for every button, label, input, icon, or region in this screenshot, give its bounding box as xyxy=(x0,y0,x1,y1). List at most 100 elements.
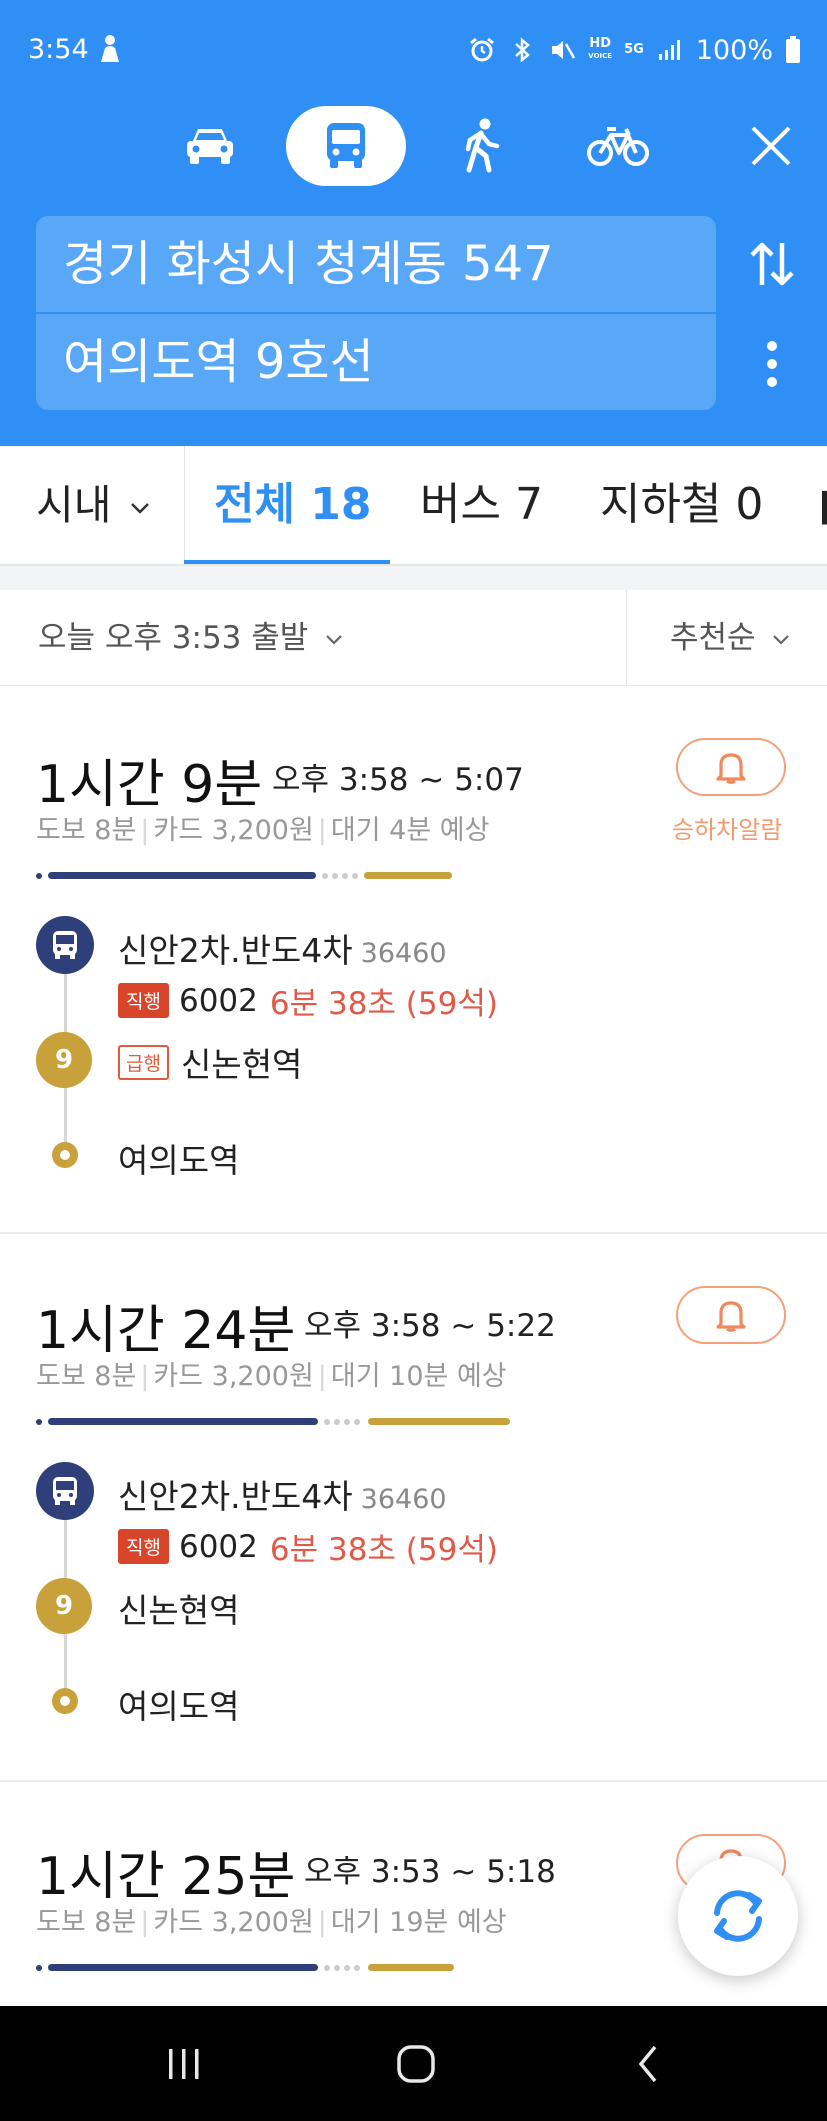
bus-step-icon xyxy=(36,916,94,974)
filter-row: 오늘 오후 3:53 출발 추천순 xyxy=(0,590,827,686)
route-steps: 신안2차.반도4차 36460 직행 6002 6분 38초 (59석) 9 신논… xyxy=(36,1460,636,1750)
subway-station-name: 신논현역 xyxy=(180,1045,303,1084)
route-type-tabs: 시내 전체 18 버스 7 지하철 0 ▮ xyxy=(0,446,827,566)
alarm-button[interactable] xyxy=(676,1286,786,1344)
page: 3:54 HD VOICE 5G 100% 경기 화성시 청계동 547 여의도… xyxy=(0,0,827,2121)
home-button[interactable] xyxy=(376,2034,456,2094)
status-bar: 3:54 HD VOICE 5G 100% xyxy=(0,0,827,100)
5g-icon: 5G xyxy=(624,42,644,57)
battery-level: 100% xyxy=(695,34,773,66)
mode-walk-button[interactable] xyxy=(422,106,542,186)
fare: 카드 3,200원 xyxy=(153,1361,314,1392)
alarm-clock-icon xyxy=(470,37,495,62)
walk-time: 도보 8분 xyxy=(36,1361,137,1392)
bus-line-info: 직행 6002 6분 38초 (59석) xyxy=(118,1524,498,1569)
route-steps: 신안2차.반도4차 36460 직행 6002 6분 38초 (59석) 9 급행… xyxy=(36,914,636,1204)
chevron-down-icon xyxy=(130,503,149,514)
walk-icon xyxy=(465,118,500,173)
more-options-button[interactable] xyxy=(752,334,792,394)
destination-dot xyxy=(52,1142,78,1168)
bus-stop-name: 신안2차.반도4차 xyxy=(118,931,353,970)
route-duration: 1시간 9분 xyxy=(36,755,263,815)
chevron-down-icon xyxy=(773,634,790,645)
divider xyxy=(184,446,185,564)
sort-label: 추천순 xyxy=(670,620,756,656)
route-meta: 도보 8분 | 카드 3,200원 | 대기 10분 예상 xyxy=(36,1361,507,1392)
tab-bus[interactable]: 버스 7 xyxy=(420,446,543,564)
hd-label: HD xyxy=(589,36,612,51)
back-icon xyxy=(638,2045,657,2083)
bus-arrival: 6분 38초 (59석) xyxy=(269,1532,498,1568)
bike-icon xyxy=(587,127,649,166)
route-card[interactable]: 1시간 24분 오후 3:58 ~ 5:22 도보 8분 | 카드 3,200원 | 대… xyxy=(0,1234,827,1782)
hd-voice-icon: HD VOICE xyxy=(588,36,613,62)
close-button[interactable] xyxy=(740,115,802,177)
signal-icon xyxy=(658,40,680,60)
divider xyxy=(0,566,827,590)
bus-line-info: 직행 6002 6분 38초 (59석) xyxy=(118,978,498,1023)
route-progress-bar xyxy=(36,1416,510,1426)
city-select[interactable]: 시내 xyxy=(36,446,151,564)
origin-field[interactable]: 경기 화성시 청계동 547 xyxy=(36,216,716,312)
route-time-range: 오후 3:53 ~ 5:18 xyxy=(304,1854,556,1890)
route-meta: 도보 8분 | 카드 3,200원 | 대기 19분 예상 xyxy=(36,1907,507,1938)
tab-subway[interactable]: 지하철 0 xyxy=(600,446,763,564)
mode-bike-button[interactable] xyxy=(558,106,678,186)
route-duration: 1시간 24분 xyxy=(36,1301,296,1361)
status-time: 3:54 xyxy=(28,34,89,65)
bus-icon xyxy=(53,931,77,959)
bluetooth-icon xyxy=(515,37,531,63)
bell-icon xyxy=(716,753,746,784)
status-icons: HD VOICE 5G 100% xyxy=(468,30,801,70)
chevron-down-icon xyxy=(326,634,342,645)
bus-stop: 신안2차.반도4차 36460 xyxy=(118,924,447,972)
departure-time-select[interactable]: 오늘 오후 3:53 출발 xyxy=(38,590,344,686)
recent-apps-button[interactable] xyxy=(144,2034,224,2094)
wait-time: 대기 10분 예상 xyxy=(330,1361,507,1392)
mode-car-button[interactable] xyxy=(150,106,270,186)
bus-stop-id: 36460 xyxy=(360,938,447,969)
walk-time: 도보 8분 xyxy=(36,1907,137,1938)
bus-stop: 신안2차.반도4차 36460 xyxy=(118,1470,447,1518)
fare: 카드 3,200원 xyxy=(153,815,314,846)
bus-arrival: 6분 38초 (59석) xyxy=(269,986,498,1022)
swap-button[interactable] xyxy=(742,234,802,294)
bell-icon xyxy=(716,1301,746,1332)
battery-icon xyxy=(786,36,800,63)
route-time-range: 오후 3:58 ~ 5:07 xyxy=(272,762,524,798)
sort-select[interactable]: 추천순 xyxy=(670,590,791,686)
swap-icon xyxy=(750,242,794,286)
tab-all[interactable]: 전체 18 xyxy=(214,446,372,564)
bus-type-badge: 직행 xyxy=(118,983,169,1018)
back-button[interactable] xyxy=(608,2034,688,2094)
subway-line-badge: 9 xyxy=(36,1032,92,1088)
system-nav-bar xyxy=(0,2006,827,2121)
bus-icon xyxy=(53,1477,77,1505)
wait-time: 대기 4분 예상 xyxy=(330,815,490,846)
route-duration: 1시간 25분 xyxy=(36,1847,296,1907)
destination-dot xyxy=(52,1688,78,1714)
person-icon xyxy=(101,35,119,62)
alarm-button[interactable] xyxy=(676,738,786,796)
destination-field[interactable]: 여의도역 9호선 xyxy=(36,314,716,410)
close-icon xyxy=(751,126,791,166)
express-badge: 급행 xyxy=(118,1044,169,1080)
subway-station-name: 신논현역 xyxy=(118,1591,240,1630)
route-card[interactable]: 1시간 9분 오후 3:58 ~ 5:07 도보 8분 | 카드 3,200원 | 대기… xyxy=(0,686,827,1234)
fare: 카드 3,200원 xyxy=(153,1907,314,1938)
route-time-range: 오후 3:58 ~ 5:22 xyxy=(304,1308,556,1344)
car-icon xyxy=(187,129,233,164)
mute-icon xyxy=(552,41,576,59)
transport-modes xyxy=(0,106,827,186)
tab-more-partial[interactable]: ▮ xyxy=(818,446,827,564)
mode-bus-button[interactable] xyxy=(286,106,406,186)
bus-stop-id: 36460 xyxy=(360,1484,447,1515)
alarm-label: 승하차알람 xyxy=(672,816,783,844)
walk-time: 도보 8분 xyxy=(36,815,137,846)
voice-label: VOICE xyxy=(588,52,613,60)
route-inputs: 경기 화성시 청계동 547 여의도역 9호선 xyxy=(36,216,716,410)
bus-stop-name: 신안2차.반도4차 xyxy=(118,1477,353,1516)
refresh-button[interactable] xyxy=(678,1856,798,1976)
home-icon xyxy=(397,2045,435,2083)
more-vertical-icon xyxy=(767,341,777,387)
